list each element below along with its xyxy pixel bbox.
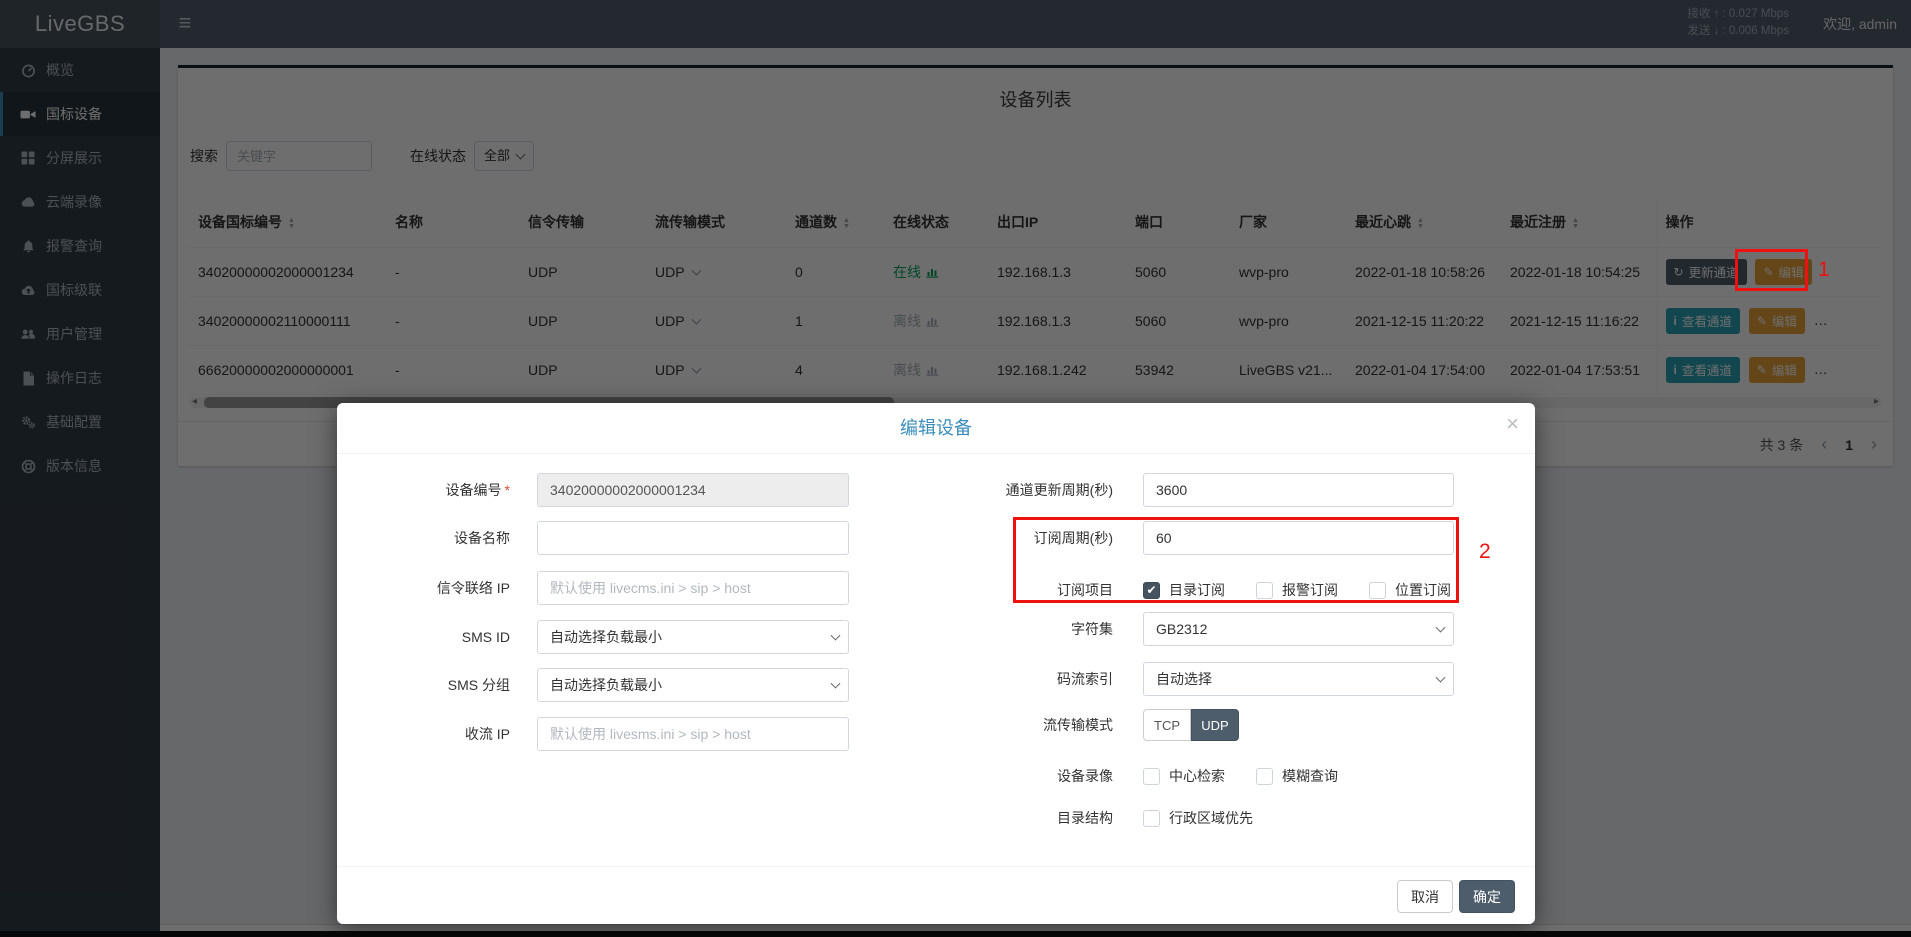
channel-refresh-field[interactable] bbox=[1143, 473, 1454, 507]
chevron-down-icon bbox=[1436, 673, 1446, 683]
center-search-label: 中心检索 bbox=[1169, 766, 1225, 786]
charset-select[interactable]: GB2312 bbox=[1143, 612, 1454, 646]
device-record-group: 中心检索 模糊查询 bbox=[1143, 766, 1360, 786]
chevron-down-icon bbox=[831, 679, 841, 689]
device-name-field[interactable] bbox=[537, 521, 849, 555]
catalog-structure-group: 行政区域优先 bbox=[1143, 808, 1275, 828]
modal-header: 编辑设备 × bbox=[337, 403, 1535, 454]
device-name-label: 设备名称 bbox=[337, 528, 510, 548]
device-id-field bbox=[537, 473, 849, 507]
annotation-number-1: 1 bbox=[1818, 258, 1830, 282]
annotation-number-2: 2 bbox=[1479, 540, 1491, 564]
sms-id-select[interactable]: 自动选择负载最小 bbox=[537, 620, 849, 654]
catalog-structure-label: 目录结构 bbox=[937, 808, 1113, 828]
modal-footer: 取消 确定 bbox=[337, 866, 1535, 924]
udp-toggle-button[interactable]: UDP bbox=[1191, 709, 1239, 741]
fuzzy-query-checkbox[interactable] bbox=[1256, 768, 1273, 785]
admin-region-first-label: 行政区域优先 bbox=[1169, 808, 1253, 828]
device-id-label: 设备编号* bbox=[337, 480, 510, 500]
stream-index-label: 码流索引 bbox=[937, 669, 1113, 689]
center-search-checkbox[interactable] bbox=[1143, 768, 1160, 785]
app-window: LiveGBS ≡ 接收 ↑ : 0.027 Mbps 发送 ↓ : 0.006… bbox=[0, 0, 1911, 937]
stream-recv-ip-label: 收流 IP bbox=[337, 724, 510, 744]
stream-index-select[interactable]: 自动选择 bbox=[1143, 662, 1454, 696]
sip-contact-ip-label: 信令联络 IP bbox=[337, 578, 510, 598]
sms-group-label: SMS 分组 bbox=[337, 675, 510, 695]
device-record-label: 设备录像 bbox=[937, 766, 1113, 786]
chevron-down-icon bbox=[831, 631, 841, 641]
charset-label: 字符集 bbox=[937, 619, 1113, 639]
required-mark: * bbox=[505, 482, 510, 498]
sms-id-label: SMS ID bbox=[337, 629, 510, 645]
confirm-button[interactable]: 确定 bbox=[1459, 880, 1515, 913]
fuzzy-query-label: 模糊查询 bbox=[1282, 766, 1338, 786]
admin-region-first-checkbox[interactable] bbox=[1143, 810, 1160, 827]
sip-contact-ip-field[interactable] bbox=[537, 571, 849, 605]
tcp-toggle-button[interactable]: TCP bbox=[1143, 709, 1191, 741]
annotation-box-2 bbox=[1013, 517, 1459, 603]
bottom-bar bbox=[0, 931, 1911, 937]
channel-refresh-label: 通道更新周期(秒) bbox=[937, 480, 1113, 500]
annotation-box-1 bbox=[1735, 249, 1808, 291]
modal-title: 编辑设备 bbox=[337, 403, 1535, 454]
chevron-down-icon bbox=[1436, 623, 1446, 633]
stream-recv-ip-field[interactable] bbox=[537, 717, 849, 751]
sms-group-select[interactable]: 自动选择负载最小 bbox=[537, 668, 849, 702]
close-icon[interactable]: × bbox=[1506, 413, 1519, 435]
stream-mode-toggle: TCP UDP bbox=[1143, 709, 1239, 741]
stream-mode-label: 流传输模式 bbox=[937, 715, 1113, 735]
edit-device-modal: 编辑设备 × 设备编号* 设备名称 信令联络 IP SMS ID 自动选择负载最… bbox=[337, 403, 1535, 924]
cancel-button[interactable]: 取消 bbox=[1397, 880, 1453, 913]
